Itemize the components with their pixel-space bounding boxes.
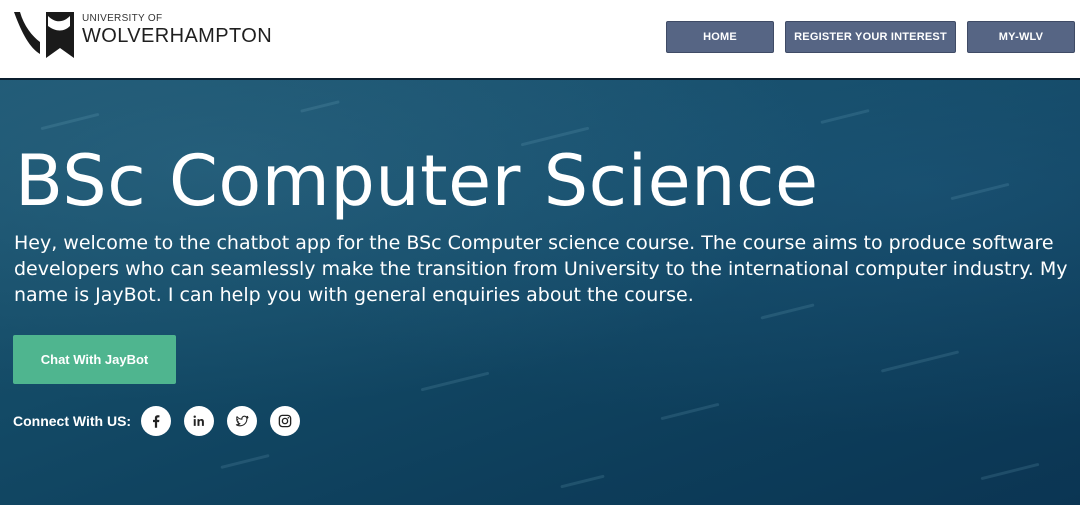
bg-streak [420,371,490,392]
hero-description: Hey, welcome to the chatbot app for the … [14,232,1068,306]
instagram-glyph [278,414,292,428]
logo-line-1: UNIVERSITY OF [82,13,163,24]
bg-streak [660,402,720,421]
register-interest-button[interactable]: REGISTER YOUR INTEREST [785,21,956,53]
bg-streak [300,100,340,113]
bg-streak [40,112,100,131]
page-title: BSc Computer Science [15,140,819,222]
home-button[interactable]: HOME [666,21,774,53]
bg-streak [950,182,1010,201]
connect-label: Connect With US: [13,413,132,429]
instagram-icon[interactable] [270,406,301,436]
linkedin-glyph [193,415,204,426]
facebook-glyph [153,415,160,428]
bg-streak [220,453,270,470]
social-links: Connect With US: [13,405,313,437]
bg-streak [560,474,605,489]
hero-section: BSc Computer Science Hey, welcome to the… [0,80,1080,505]
main-nav: HOME REGISTER YOUR INTEREST MY-WLV [666,21,1075,53]
bg-streak [980,462,1040,481]
bg-streak [820,108,870,125]
facebook-icon[interactable] [141,406,172,436]
chat-with-jaybot-button[interactable]: Chat With JayBot [13,335,176,384]
bg-streak [880,350,960,373]
logo-mark-icon [14,12,74,58]
top-bar: UNIVERSITY OF WOLVERHAMPTON HOME REGISTE… [0,0,1080,78]
university-logo[interactable]: UNIVERSITY OF WOLVERHAMPTON [12,8,272,64]
logo-line-2: WOLVERHAMPTON [82,25,273,47]
my-wlv-button[interactable]: MY-WLV [967,21,1075,53]
twitter-icon[interactable] [227,406,258,436]
linkedin-icon[interactable] [184,406,215,436]
twitter-glyph [235,415,249,427]
